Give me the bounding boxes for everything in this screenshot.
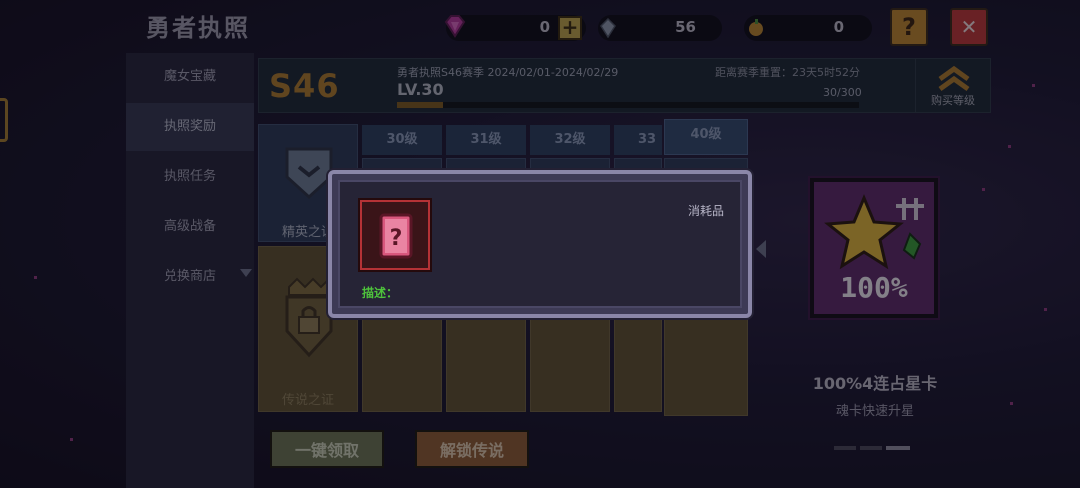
svg-text:?: ? (390, 226, 403, 251)
item-type-tag: 消耗品 (687, 204, 724, 218)
item-slot: ? (360, 200, 430, 270)
item-info-popup: ? 消耗品 描述： (328, 170, 752, 318)
popup-body: ? 消耗品 描述： (338, 180, 742, 308)
question-card-icon: ? (379, 213, 413, 259)
item-description-label: 描述： (362, 286, 399, 300)
